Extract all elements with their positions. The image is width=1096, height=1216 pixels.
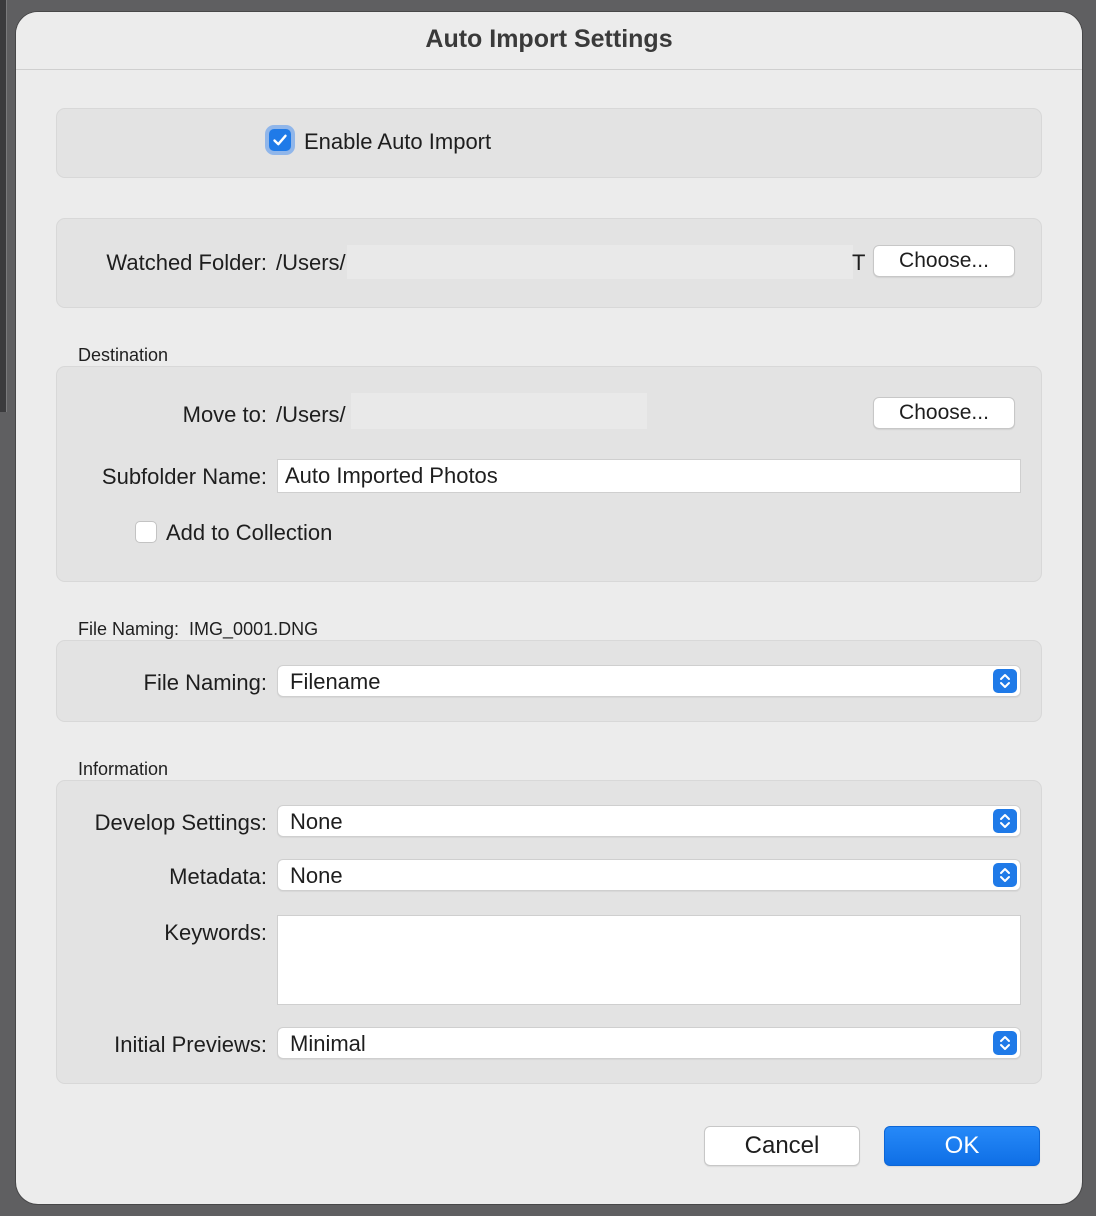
information-panel: Develop Settings: None Metadata: None Ke…: [56, 780, 1042, 1084]
enable-auto-import-checkbox[interactable]: [269, 129, 291, 151]
destination-section-label: Destination: [78, 345, 169, 365]
redacted-path: [351, 393, 647, 429]
initial-previews-select[interactable]: Minimal: [277, 1027, 1021, 1059]
keywords-textarea[interactable]: [277, 915, 1021, 1005]
watched-folder-label: Watched Folder:: [106, 250, 267, 275]
develop-settings-value: None: [290, 809, 343, 834]
file-naming-label: File Naming:: [143, 670, 267, 695]
chevron-up-down-icon: [993, 809, 1017, 833]
dialog-title: Auto Import Settings: [16, 12, 1082, 70]
watched-folder-choose-button[interactable]: Choose...: [873, 245, 1015, 277]
keywords-label: Keywords:: [164, 920, 267, 945]
initial-previews-label: Initial Previews:: [114, 1032, 267, 1057]
background-window-edge: [0, 0, 7, 412]
watched-folder-path-end: T: [852, 250, 866, 275]
subfolder-name-label: Subfolder Name:: [101, 464, 267, 489]
information-section-label: Information: [78, 759, 169, 779]
metadata-select[interactable]: None: [277, 859, 1021, 891]
chevron-up-down-icon: [993, 863, 1017, 887]
cancel-button[interactable]: Cancel: [704, 1126, 860, 1166]
move-to-label: Move to:: [182, 402, 267, 427]
chevron-up-down-icon: [993, 1031, 1017, 1055]
add-to-collection-checkbox[interactable]: [135, 521, 157, 543]
develop-settings-select[interactable]: None: [277, 805, 1021, 837]
file-naming-section-label: File Naming: IMG_0001.DNG: [78, 619, 318, 640]
metadata-value: None: [290, 863, 343, 888]
develop-settings-label: Develop Settings:: [94, 810, 267, 835]
watched-folder-panel: Watched Folder: /Users/ T Choose...: [56, 218, 1042, 308]
checkmark-icon: [273, 134, 287, 146]
file-naming-panel: File Naming: Filename: [56, 640, 1042, 722]
add-to-collection-label[interactable]: Add to Collection: [166, 520, 332, 546]
subfolder-name-input[interactable]: Auto Imported Photos: [277, 459, 1021, 493]
initial-previews-value: Minimal: [290, 1031, 366, 1056]
redacted-path: [347, 245, 853, 279]
metadata-label: Metadata:: [169, 864, 267, 889]
enable-auto-import-label[interactable]: Enable Auto Import: [304, 129, 491, 155]
move-to-path: /Users/: [276, 402, 346, 427]
file-naming-example: IMG_0001.DNG: [189, 619, 319, 639]
chevron-up-down-icon: [993, 669, 1017, 693]
watched-folder-path: /Users/: [276, 250, 346, 275]
file-naming-section-title: File Naming:: [78, 619, 180, 639]
enable-panel: Enable Auto Import: [56, 108, 1042, 178]
auto-import-dialog: Auto Import Settings Enable Auto Import …: [16, 12, 1082, 1204]
file-naming-value: Filename: [290, 669, 381, 694]
destination-panel: Move to: /Users/ Choose... Subfolder Nam…: [56, 366, 1042, 582]
file-naming-select[interactable]: Filename: [277, 665, 1021, 697]
ok-button[interactable]: OK: [884, 1126, 1040, 1166]
move-to-choose-button[interactable]: Choose...: [873, 397, 1015, 429]
